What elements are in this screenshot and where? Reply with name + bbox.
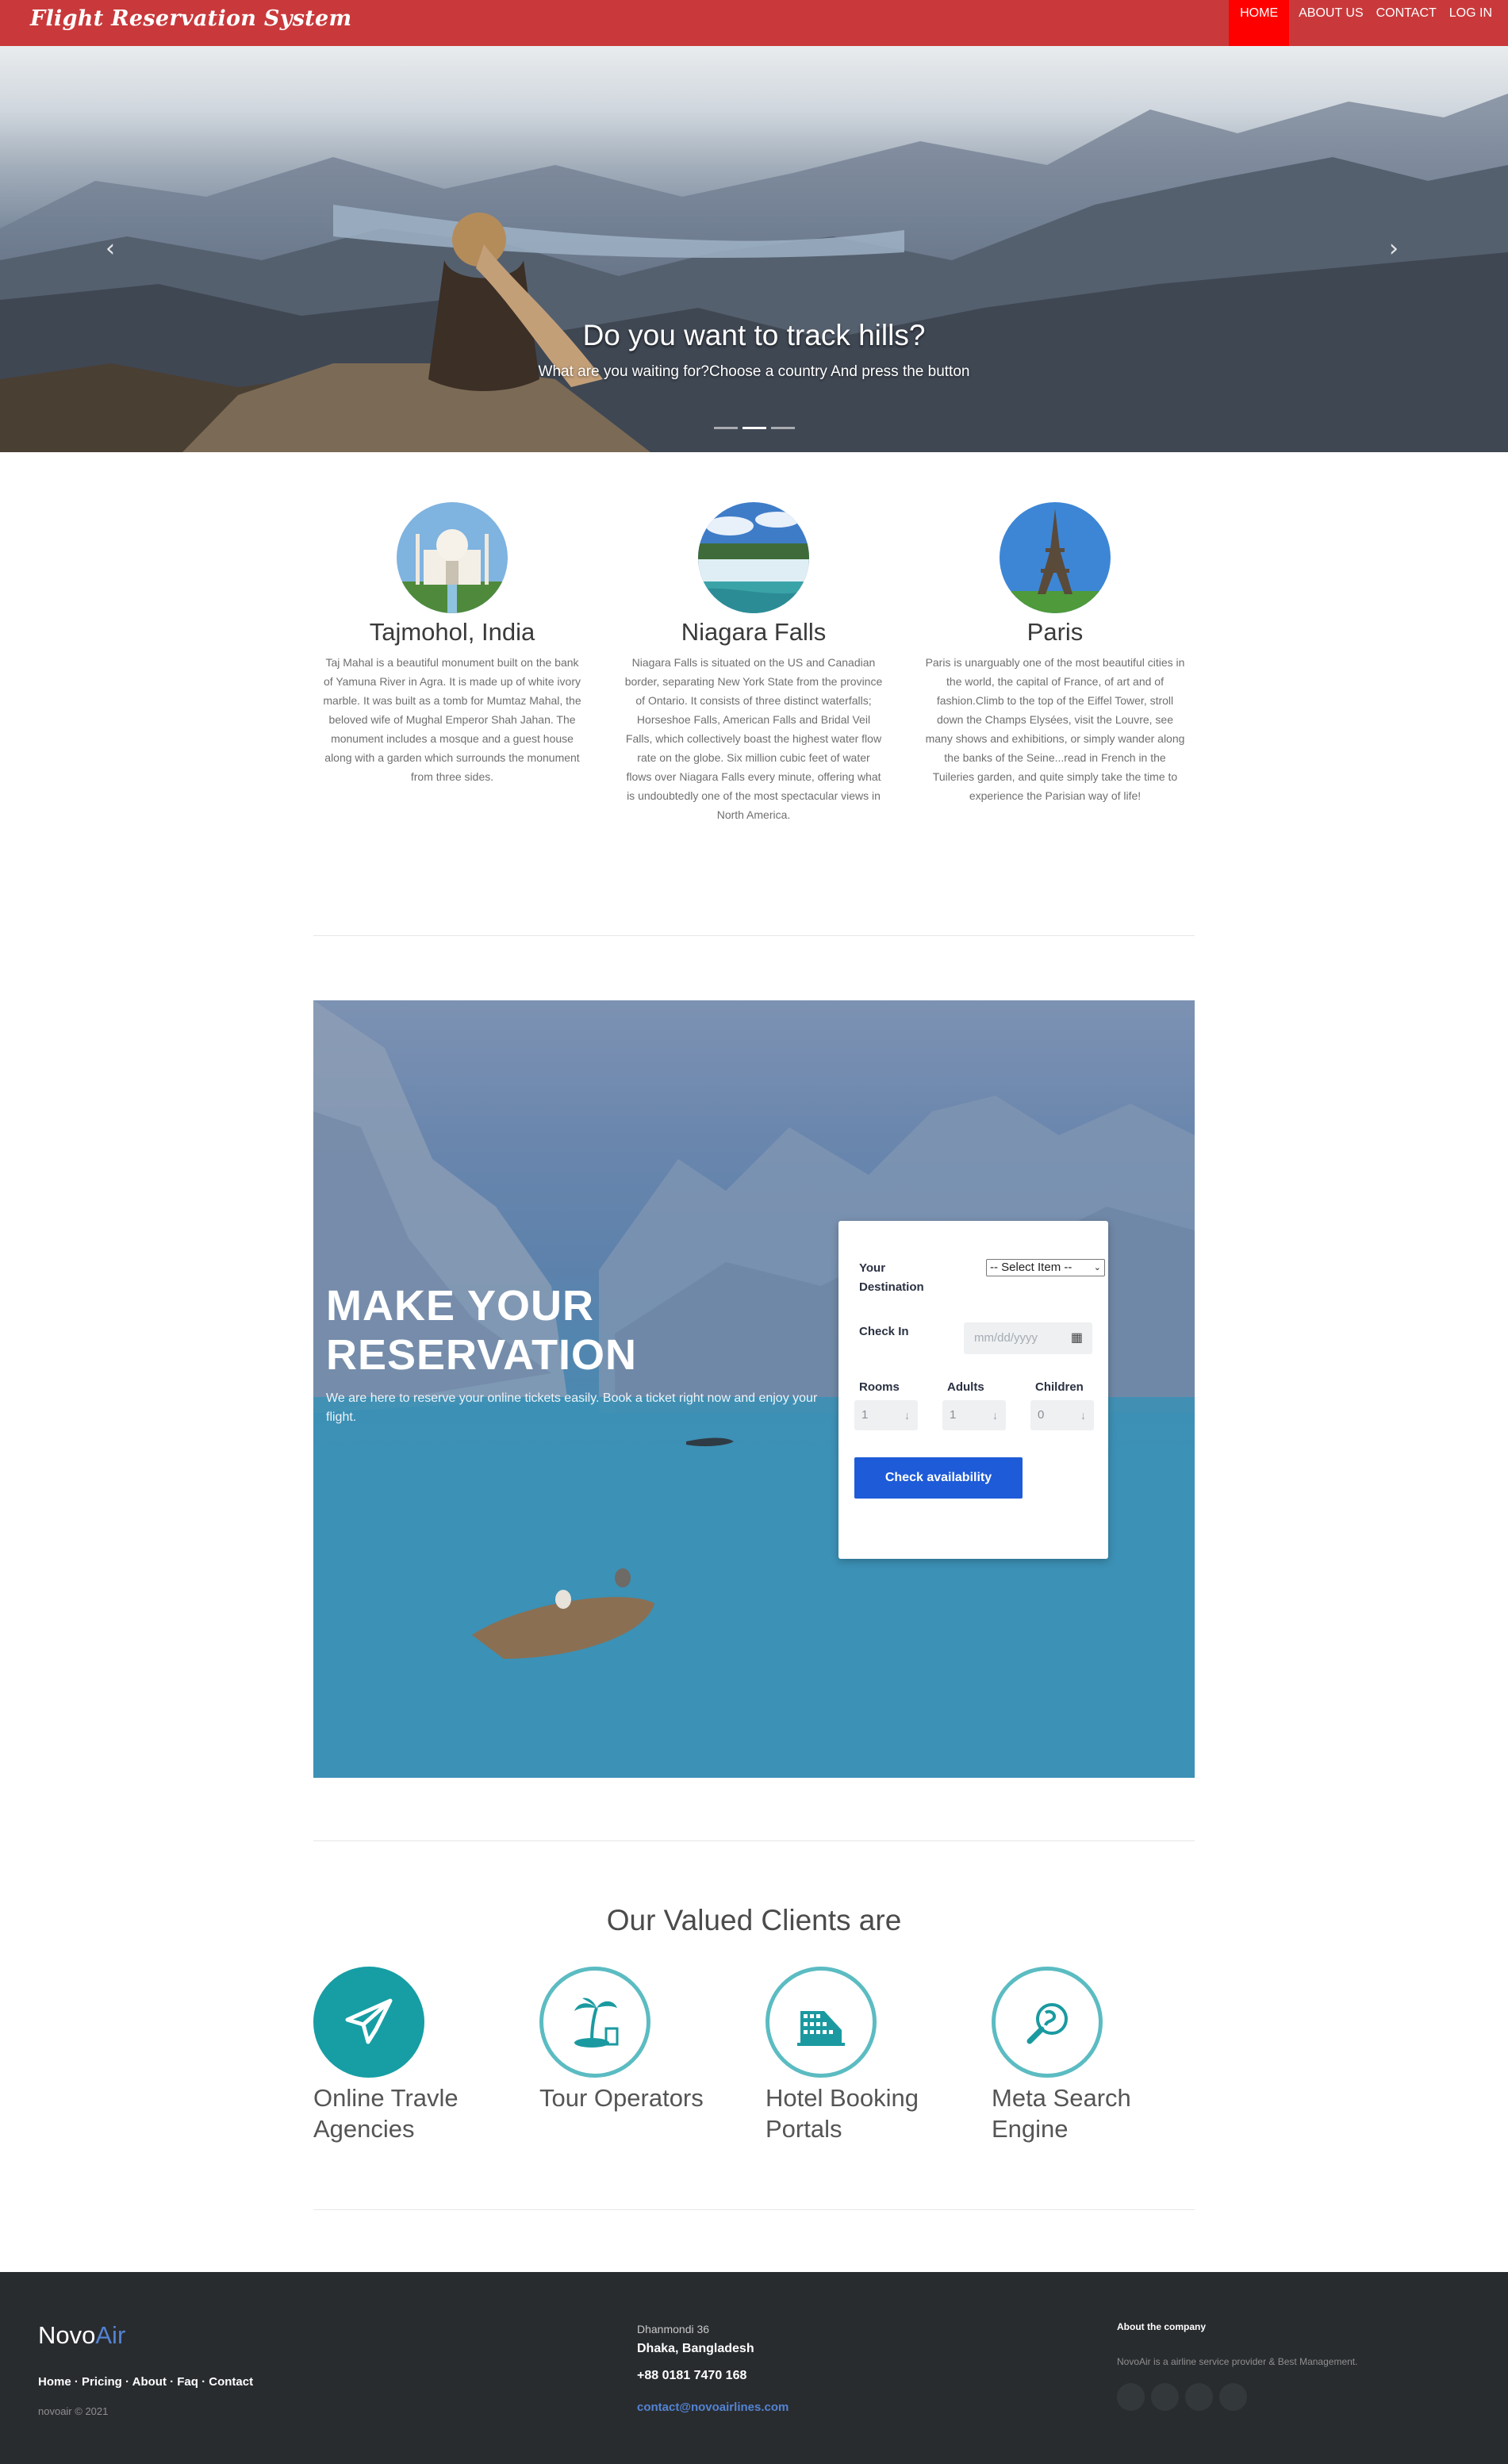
destination-name: Niagara Falls	[681, 618, 827, 646]
destination-name: Tajmohol, India	[369, 618, 535, 646]
hero-subtitle: What are you waiting for?Choose a countr…	[538, 363, 970, 380]
hero-image	[0, 94, 1508, 452]
footer-phone: +88 0181 7470 168	[637, 2369, 747, 2382]
carousel-prev-icon[interactable]: ‹	[98, 233, 122, 265]
check-in-date-input[interactable]: mm/dd/yyyy ▦	[964, 1322, 1092, 1354]
carousel-next-icon[interactable]: ›	[1382, 233, 1406, 265]
client-item: Hotel Booking Portals	[766, 1967, 919, 2144]
footer-logo-air: Air	[95, 2321, 126, 2349]
hero-title: Do you want to track hills?	[582, 319, 926, 351]
twitter-icon[interactable]	[1151, 2383, 1179, 2411]
reservation-description: We are here to reserve your online ticke…	[326, 1391, 818, 1424]
hotel-building-icon	[766, 1967, 877, 2078]
taj-mahal-image	[397, 502, 508, 613]
client-name: Tour Operators	[539, 2082, 704, 2113]
carousel-indicator[interactable]	[714, 427, 738, 429]
page: Flight Reservation System HOME ABOUT US …	[0, 0, 1508, 2464]
destination-label-line1: Your	[859, 1261, 886, 1275]
palm-island-icon	[539, 1967, 650, 2078]
check-in-label: Check In	[859, 1325, 909, 1338]
children-label: Children	[1035, 1380, 1084, 1394]
brand-logo[interactable]: Flight Reservation System	[30, 6, 351, 31]
nav-home[interactable]: HOME	[1229, 0, 1290, 46]
footer-links[interactable]: Home · Pricing · About · Faq · Contact	[38, 2375, 253, 2389]
rooms-input[interactable]: 1 ↓	[854, 1400, 918, 1430]
divider	[313, 1840, 1195, 1841]
footer-address-line2: Dhaka, Bangladesh	[637, 2342, 754, 2355]
reservation-title-line2: RESERVATION	[326, 1331, 638, 1379]
destination-description: Niagara Falls is situated on the US and …	[624, 656, 883, 821]
niagara-falls-image	[698, 502, 809, 613]
nav-about-us[interactable]: ABOUT US	[1292, 0, 1370, 46]
divider	[313, 2209, 1195, 2210]
reservation-section: MAKE YOUR RESERVATION We are here to res…	[313, 1000, 1195, 1778]
destination-label: Your Destination	[859, 1259, 924, 1297]
arrow-down-icon[interactable]: ↓	[1080, 1400, 1086, 1430]
divider	[313, 935, 1195, 936]
footer-address-line1: Dhanmondi 36	[637, 2323, 710, 2335]
nav-log-in[interactable]: LOG IN	[1443, 0, 1508, 46]
footer-logo-novo: Novo	[38, 2321, 96, 2349]
client-item: Online Travle Agencies	[313, 1967, 459, 2144]
check-in-placeholder: mm/dd/yyyy	[974, 1331, 1038, 1345]
navbar: Flight Reservation System HOME ABOUT US …	[0, 0, 1508, 46]
client-name-line2: Agencies	[313, 2115, 415, 2143]
check-availability-button[interactable]: Check availability	[854, 1457, 1023, 1499]
rooms-value: 1	[861, 1408, 869, 1422]
client-name-line2: Engine	[992, 2115, 1069, 2143]
footer-logo[interactable]: NovoAir	[38, 2321, 125, 2350]
client-name: Hotel Booking Portals	[766, 2082, 919, 2144]
reservation-title-line1: MAKE YOUR	[326, 1282, 595, 1330]
client-name: Meta Search Engine	[992, 2082, 1131, 2144]
client-name-line1: Tour Operators	[539, 2084, 704, 2112]
adults-label: Adults	[947, 1380, 984, 1394]
destination-label-line2: Destination	[859, 1280, 924, 1294]
globe-search-icon	[992, 1967, 1103, 2078]
destination-card: Tajmohol, India Taj Mahal is a beautiful…	[322, 502, 582, 786]
destination-card: Paris Paris is unarguably one of the mos…	[925, 502, 1185, 805]
footer-email-link[interactable]: contact@novoairlines.com	[637, 2401, 789, 2414]
github-icon[interactable]	[1219, 2383, 1247, 2411]
eiffel-tower-image	[1000, 502, 1111, 613]
carousel-indicators	[714, 427, 795, 429]
client-name-line2: Portals	[766, 2115, 842, 2143]
nav-contact[interactable]: CONTACT	[1370, 0, 1443, 46]
linkedin-icon[interactable]	[1185, 2383, 1213, 2411]
hero-carousel: ‹ › Do you want to track hills? What are…	[0, 46, 1508, 452]
footer-about-heading: About the company	[1117, 2321, 1207, 2332]
clients-title: Our Valued Clients are	[606, 1904, 902, 1936]
footer-copyright: novoair © 2021	[38, 2405, 109, 2417]
destination-description: Taj Mahal is a beautiful monument built …	[323, 656, 581, 783]
chevron-down-icon: ⌄	[1093, 1263, 1101, 1272]
children-input[interactable]: 0 ↓	[1030, 1400, 1094, 1430]
destination-description: Paris is unarguably one of the most beau…	[925, 656, 1185, 802]
children-value: 0	[1038, 1408, 1045, 1422]
client-name-line1: Meta Search	[992, 2084, 1131, 2112]
social-links	[1117, 2383, 1247, 2411]
arrow-down-icon[interactable]: ↓	[904, 1400, 910, 1430]
calendar-icon[interactable]: ▦	[1071, 1322, 1083, 1354]
adults-input[interactable]: 1 ↓	[942, 1400, 1006, 1430]
footer: NovoAir Home · Pricing · About · Faq · C…	[0, 2272, 1508, 2464]
client-item: Meta Search Engine	[992, 1967, 1131, 2144]
destination-select[interactable]: -- Select Item -- ⌄	[986, 1259, 1105, 1276]
destination-select-value: -- Select Item --	[990, 1261, 1072, 1274]
reservation-title: MAKE YOUR RESERVATION	[326, 1281, 637, 1380]
rooms-label: Rooms	[859, 1380, 900, 1394]
destination-name: Paris	[1026, 618, 1084, 646]
facebook-icon[interactable]	[1117, 2383, 1145, 2411]
destination-card: Niagara Falls Niagara Falls is situated …	[624, 502, 884, 824]
client-name-line1: Hotel Booking	[766, 2084, 919, 2112]
client-item: Tour Operators	[539, 1967, 704, 2113]
carousel-indicator[interactable]	[771, 427, 795, 429]
carousel-indicator-active[interactable]	[742, 427, 766, 429]
nav-links: HOME ABOUT US CONTACT LOG IN	[1229, 0, 1508, 46]
adults-value: 1	[950, 1408, 957, 1422]
client-name: Online Travle Agencies	[313, 2082, 459, 2144]
footer-about-text: NovoAir is a airline service provider & …	[1117, 2356, 1358, 2367]
arrow-down-icon[interactable]: ↓	[992, 1400, 998, 1430]
reservation-form: Your Destination -- Select Item -- ⌄ Che…	[838, 1221, 1108, 1559]
client-name-line1: Online Travle	[313, 2084, 459, 2112]
paper-plane-icon	[313, 1967, 424, 2078]
